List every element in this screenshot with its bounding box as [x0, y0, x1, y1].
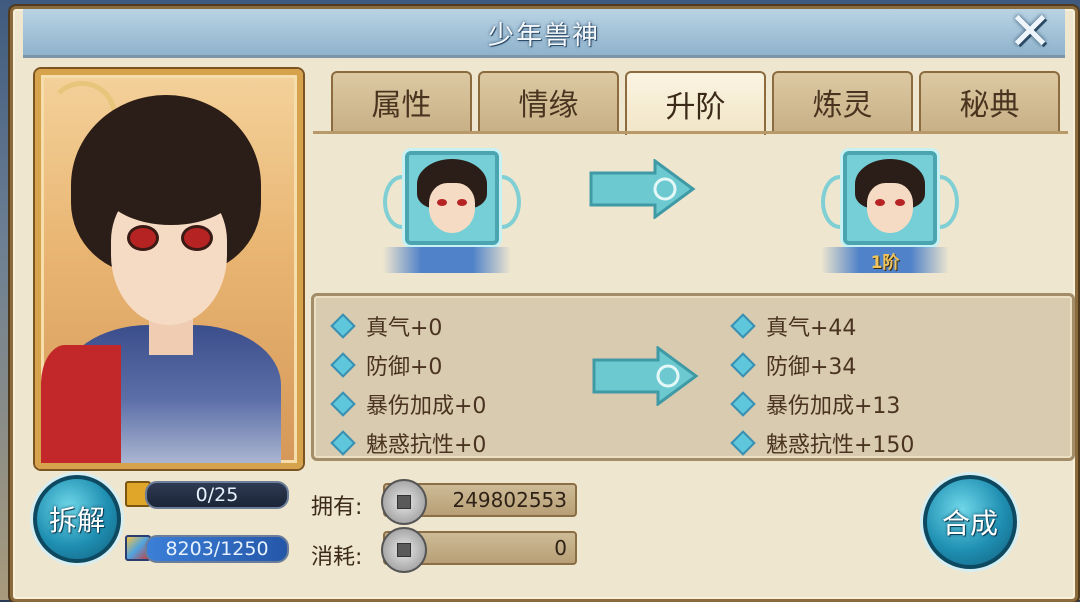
owned-label: 拥有:	[311, 495, 363, 520]
upgrade-arrow-icon	[589, 159, 696, 219]
stat-row: 真气+44	[730, 306, 914, 345]
current-stats-list: 真气+0 防御+0 暴伤加成+0 魅惑抗性+0	[330, 306, 487, 462]
stat-row: 魅惑抗性+0	[330, 423, 487, 462]
stat-row: 防御+0	[330, 345, 486, 384]
owned-field: 249802553	[381, 479, 577, 525]
tab-manual[interactable]: 秘典	[919, 71, 1060, 131]
diamond-icon	[730, 390, 756, 417]
hero-cape	[41, 345, 121, 463]
mini-face	[429, 183, 475, 233]
next-hero-icon	[843, 151, 937, 245]
stats-comparison-panel: 真气+0 防御+0 暴伤加成+0 魅惑抗性+0 真气+44 防御+34 暴伤加成…	[311, 293, 1075, 461]
cost-value: 0	[554, 536, 567, 560]
stat-text: 真气+0	[366, 315, 443, 341]
diamond-icon	[330, 429, 356, 456]
title-bar: 少年兽神	[23, 9, 1065, 58]
close-button[interactable]: ✕	[1005, 2, 1055, 62]
hero-portrait-card	[35, 69, 303, 469]
stat-text: 防御+34	[766, 354, 857, 380]
tab-attributes[interactable]: 属性	[331, 71, 472, 131]
hero-eye	[127, 225, 159, 251]
coin-icon	[381, 479, 427, 525]
hero-fringe	[101, 145, 241, 225]
next-rank-bar: 1阶	[821, 247, 949, 273]
close-icon: ✕	[1008, 2, 1052, 62]
hero-dialog: 少年兽神 ✕ 属性 情缘 升阶 炼灵 秘典 1阶 真气+0 防御+0 暴伤加成+…	[10, 6, 1078, 602]
dismantle-button[interactable]: 拆解	[33, 475, 121, 563]
combine-button[interactable]: 合成	[923, 475, 1017, 569]
stat-text: 暴伤加成+13	[766, 393, 901, 419]
stat-row: 魅惑抗性+150	[730, 423, 915, 462]
tab-bonds[interactable]: 情缘	[478, 71, 619, 131]
tab-refine[interactable]: 炼灵	[772, 71, 913, 131]
owned-value: 249802553	[452, 488, 567, 512]
current-hero-icon	[405, 151, 499, 245]
stat-text: 暴伤加成+0	[366, 393, 487, 419]
mini-face	[867, 183, 913, 233]
stat-row: 真气+0	[330, 306, 486, 345]
tab-divider	[313, 131, 1068, 134]
mini-eye	[875, 199, 885, 206]
stats-arrow-icon	[592, 346, 699, 406]
diamond-icon	[730, 351, 756, 378]
next-stats-list: 真气+44 防御+34 暴伤加成+13 魅惑抗性+150	[730, 306, 915, 462]
diamond-icon	[730, 429, 756, 456]
dialog-title: 少年兽神	[487, 21, 600, 51]
tab-bar: 属性 情缘 升阶 炼灵 秘典	[331, 71, 1061, 135]
coin-icon	[381, 527, 427, 573]
diamond-icon	[730, 312, 756, 339]
mini-eye	[895, 199, 905, 206]
fragment-count: 0/25	[145, 481, 289, 509]
stat-text: 魅惑抗性+0	[366, 432, 487, 458]
stat-row: 防御+34	[730, 345, 914, 384]
hero-eye	[181, 225, 213, 251]
stat-text: 魅惑抗性+150	[766, 432, 915, 458]
stat-row: 暴伤加成+0	[330, 384, 487, 423]
cost-field: 0	[381, 527, 577, 573]
current-rank-bar	[383, 247, 511, 273]
diamond-icon	[330, 312, 356, 339]
cost-label: 消耗:	[311, 545, 363, 570]
exp-count: 8203/1250	[145, 535, 289, 563]
stat-text: 防御+0	[366, 354, 443, 380]
mini-eye	[437, 199, 447, 206]
tab-upgrade[interactable]: 升阶	[625, 71, 766, 135]
diamond-icon	[330, 351, 356, 378]
mini-eye	[457, 199, 467, 206]
stat-row: 暴伤加成+13	[730, 384, 914, 423]
stat-text: 真气+44	[766, 315, 857, 341]
diamond-icon	[330, 390, 356, 417]
